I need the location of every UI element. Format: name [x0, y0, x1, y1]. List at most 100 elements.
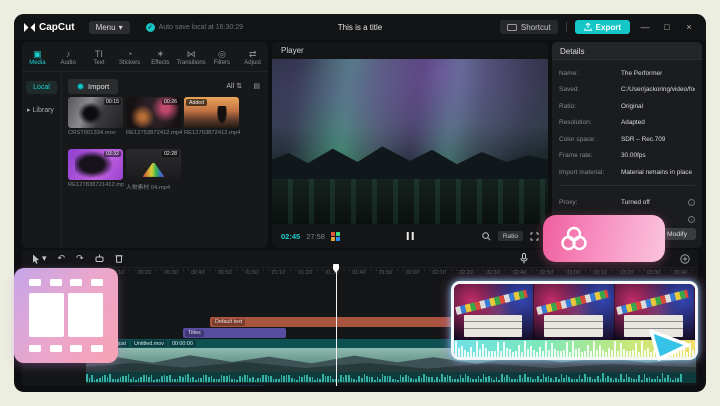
- preview-zoom-icon[interactable]: [482, 232, 491, 241]
- audio-icon: ♪: [66, 49, 71, 59]
- info-icon: i: [688, 199, 695, 206]
- media-thumb-3[interactable]: Added: [184, 97, 239, 128]
- filters-icon: ◎: [218, 49, 226, 59]
- current-time: 02:45: [281, 232, 300, 241]
- stickers-icon: ◔: [127, 49, 132, 59]
- lake-reflection: [272, 179, 548, 224]
- duration-badge: 00:26: [162, 99, 179, 105]
- media-thumb-4[interactable]: 03:32: [68, 149, 123, 180]
- ruler-tick: 03:40: [674, 270, 688, 276]
- tab-text[interactable]: TI Text: [84, 42, 115, 71]
- details-value: Adapted: [621, 119, 645, 126]
- titles-clip-label: Titles: [185, 330, 204, 337]
- check-icon: ✓: [146, 23, 155, 32]
- details-value: Turned off: [621, 199, 650, 206]
- cursor-icon: [32, 254, 40, 264]
- ratio-button[interactable]: Ratio: [498, 231, 523, 241]
- track-disable-icon[interactable]: ⊘: [32, 384, 39, 386]
- duration-badge: 02:28: [162, 151, 179, 157]
- text-icon: TI: [95, 49, 103, 59]
- adjust-icon: ⇄: [249, 49, 257, 59]
- tab-transitions[interactable]: ⋈ Transitions: [176, 42, 207, 71]
- plus-circle-icon: [680, 254, 690, 264]
- ruler-tick: 03:00: [566, 270, 580, 276]
- details-rows: Name:The PerformerSaved:C:/User/jackorin…: [552, 60, 702, 181]
- filmstrip-frame: [68, 293, 103, 337]
- ruler-tick: 01:10: [272, 270, 286, 276]
- sidebar-item-local[interactable]: Local: [26, 81, 57, 94]
- media-thumb-2[interactable]: 00:26: [126, 97, 181, 128]
- caret-right-icon: ▸: [27, 106, 31, 114]
- details-row: Saved:C:/User/jackoring/video/footage: [552, 82, 702, 99]
- sidebar-item-library[interactable]: ▸ Library: [22, 106, 61, 114]
- media-grid: Import All ⇅ ▤ 00:15 00:26 Added CRST001…: [62, 73, 268, 248]
- details-row: Frame rate:30.00fps: [552, 148, 702, 165]
- fullscreen-icon[interactable]: [530, 232, 539, 241]
- duration-badge: 00:15: [104, 99, 121, 105]
- split-button[interactable]: [95, 254, 104, 263]
- ruler-tick: 03:20: [620, 270, 634, 276]
- timeline-ruler[interactable]: 00:0000:1000:2000:3000:4000:5001:0001:10…: [22, 268, 698, 280]
- ruler-tick: 03:10: [593, 270, 607, 276]
- pause-button[interactable]: [407, 232, 414, 240]
- filter-all-dropdown[interactable]: All ⇅: [226, 82, 242, 90]
- clip-badge: Untitled.mov: [131, 340, 167, 347]
- tab-adjust[interactable]: ⇄ Adjust: [237, 42, 268, 71]
- details-label: Name:: [559, 70, 621, 77]
- record-voiceover-button[interactable]: [520, 253, 528, 264]
- ruler-tick: 03:30: [647, 270, 661, 276]
- chevron-down-icon: ▾: [42, 254, 47, 263]
- capcut-logo: CapCut: [24, 22, 75, 33]
- filmstrip-holes: [29, 279, 103, 286]
- import-icon: [77, 83, 84, 90]
- cursor-pointer-icon: [648, 328, 692, 364]
- media-filename: CRST001334.mov: [68, 130, 124, 136]
- clip-badge: 00:00:00: [169, 340, 196, 347]
- video-preview[interactable]: [272, 59, 548, 224]
- delete-button[interactable]: [115, 254, 123, 263]
- tab-audio[interactable]: ♪ Audio: [53, 42, 84, 71]
- tab-stickers[interactable]: ◔ Stickers: [114, 42, 145, 71]
- media-thumb-5[interactable]: 02:28: [126, 149, 181, 180]
- player-controls-right: Ratio: [482, 231, 539, 241]
- tab-filters[interactable]: ◎ Filters: [207, 42, 238, 71]
- autosave-text: Auto save local at 16:30:29: [159, 24, 243, 31]
- filters-callout-overlay: [543, 215, 665, 262]
- filter-rings-icon: [559, 226, 589, 252]
- keyboard-icon: [507, 24, 517, 31]
- import-button[interactable]: Import: [68, 79, 118, 94]
- details-row: Import material:Material remains in plac…: [552, 164, 702, 181]
- undo-button[interactable]: ↶: [58, 254, 66, 263]
- audio-clip[interactable]: Speed 2.0xAudio.aac00:00:00: [128, 385, 265, 386]
- clapperboard-frame: [534, 284, 614, 341]
- ruler-tick: 02:10: [432, 270, 446, 276]
- media-filename: RE12763872412.mp4: [184, 130, 240, 136]
- export-button[interactable]: Export: [575, 20, 630, 34]
- quality-icon[interactable]: [331, 232, 340, 241]
- select-tool-button[interactable]: ▾: [32, 254, 47, 264]
- app-name: CapCut: [39, 22, 75, 33]
- details-row: Color space:SDR – Rec.709: [552, 131, 702, 148]
- menu-button[interactable]: Menu ▾: [89, 21, 130, 34]
- player-header: Player: [272, 42, 548, 59]
- minimize-button[interactable]: —: [638, 22, 652, 32]
- tab-effects[interactable]: ✶ Effects: [145, 42, 176, 71]
- shortcut-button[interactable]: Shortcut: [500, 20, 558, 34]
- redo-button[interactable]: ↷: [76, 254, 84, 263]
- duration-badge: 03:32: [104, 151, 121, 157]
- playhead[interactable]: [332, 264, 340, 386]
- view-grid-icon[interactable]: ▤: [253, 82, 260, 90]
- media-thumb-1[interactable]: 00:15: [68, 97, 123, 128]
- titles-clip[interactable]: Titles: [183, 328, 286, 338]
- ruler-tick: 02:40: [513, 270, 527, 276]
- ruler-tick: 00:40: [191, 270, 205, 276]
- timeline-zoom-in-button[interactable]: [680, 254, 690, 264]
- details-row: Ratio:Original: [552, 98, 702, 115]
- filmstrip-sticker-overlay: [14, 268, 118, 363]
- video-audio-waveform[interactable]: [86, 372, 696, 383]
- ruler-tick: 01:40: [352, 270, 366, 276]
- maximize-button[interactable]: □: [660, 22, 674, 32]
- close-button[interactable]: ×: [682, 22, 696, 32]
- trash-icon: [115, 254, 123, 263]
- tab-media[interactable]: ▣ Media: [22, 42, 53, 71]
